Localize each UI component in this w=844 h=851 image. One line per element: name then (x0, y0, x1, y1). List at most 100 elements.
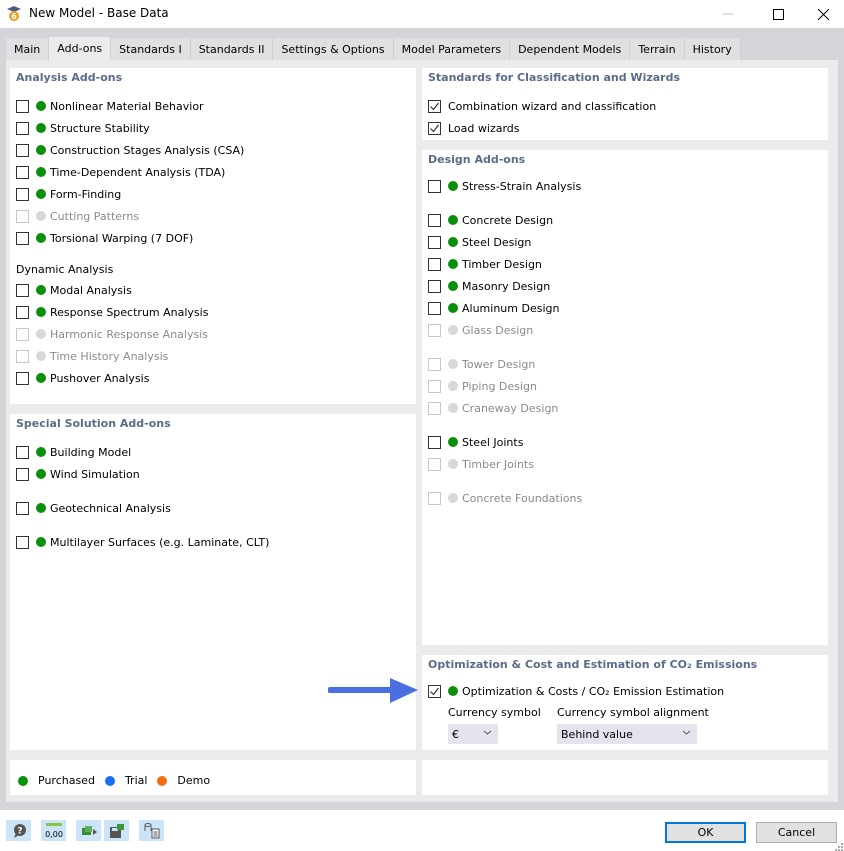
addon-nonlinear-material-behavior[interactable]: Nonlinear Material Behavior (16, 98, 204, 114)
addon-response-spectrum-analysis[interactable]: Response Spectrum Analysis (16, 304, 208, 320)
checkbox[interactable] (16, 445, 29, 459)
addon-stress-strain-analysis[interactable]: Stress-Strain Analysis (428, 178, 581, 194)
checkbox[interactable] (16, 231, 29, 245)
addon-label: Timber Design (462, 257, 542, 271)
addon-combination-wizard-and-classification[interactable]: Combination wizard and classification (428, 98, 656, 114)
addon-piping-design: Piping Design (428, 378, 537, 394)
legend-label-trial: Trial (124, 774, 148, 787)
tab-history[interactable]: History (684, 38, 741, 60)
tab-main[interactable]: Main (6, 38, 50, 60)
checkbox[interactable] (428, 235, 441, 249)
checkbox[interactable] (428, 435, 441, 449)
tab-standards-ii[interactable]: Standards II (190, 38, 274, 60)
checkbox[interactable] (16, 501, 29, 515)
save-template-button[interactable] (104, 820, 129, 841)
units-decimal-button[interactable]: 0,00 (41, 820, 66, 841)
addon-geotechnical-analysis[interactable]: Geotechnical Analysis (16, 500, 171, 516)
addon-pushover-analysis[interactable]: Pushover Analysis (16, 370, 149, 386)
status-dot-purchased (448, 181, 458, 191)
save-template-icon (109, 823, 124, 838)
status-dot-purchased (448, 259, 458, 269)
status-dot-purchased (36, 537, 46, 547)
status-dot-unavailable (448, 359, 458, 369)
addons-tab-content: Analysis Add-ons Nonlinear Material Beha… (6, 60, 838, 802)
checkmark-icon (430, 102, 439, 110)
tab-dependent-models[interactable]: Dependent Models (510, 38, 631, 60)
addon-construction-stages-analysis-csa[interactable]: Construction Stages Analysis (CSA) (16, 142, 244, 158)
currency-alignment-select[interactable]: Behind value (557, 724, 697, 744)
status-dot-unavailable (448, 325, 458, 335)
checkbox[interactable] (16, 121, 29, 135)
legend-dot-purchased (18, 775, 28, 786)
checkbox[interactable] (428, 121, 441, 135)
addon-structure-stability[interactable]: Structure Stability (16, 120, 150, 136)
status-dot-purchased (36, 189, 46, 199)
optimization-label: Optimization & Costs / CO₂ Emission Esti… (462, 684, 725, 698)
checkbox[interactable] (16, 283, 29, 297)
checkbox[interactable] (16, 99, 29, 113)
checkbox[interactable] (16, 305, 29, 319)
checkbox[interactable] (16, 467, 29, 481)
addon-wind-simulation[interactable]: Wind Simulation (16, 466, 140, 482)
addon-torsional-warping-7-dof[interactable]: Torsional Warping (7 DOF) (16, 230, 193, 246)
checkbox[interactable] (16, 143, 29, 157)
resize-grip-icon[interactable] (835, 843, 843, 851)
close-button[interactable] (800, 0, 844, 28)
checkbox[interactable] (16, 371, 29, 385)
checkbox[interactable] (16, 165, 29, 179)
checkbox[interactable] (428, 179, 441, 193)
checkbox[interactable] (428, 279, 441, 293)
addon-label: Pushover Analysis (50, 371, 150, 385)
addon-label: Aluminum Design (462, 301, 560, 315)
tab-model-parameters[interactable]: Model Parameters (393, 38, 511, 60)
addon-steel-joints[interactable]: Steel Joints (428, 434, 523, 450)
addon-label: Cutting Patterns (50, 209, 140, 223)
tab-add-ons[interactable]: Add-ons (49, 37, 112, 60)
addon-label: Combination wizard and classification (448, 99, 657, 113)
addon-label: Steel Design (462, 235, 532, 249)
currency-symbol-select[interactable]: € (448, 724, 498, 744)
addon-label: Concrete Foundations (462, 491, 583, 505)
optimization-title: Optimization & Cost and Estimation of CO… (428, 658, 758, 671)
addon-building-model[interactable]: Building Model (16, 444, 131, 460)
addon-multilayer-surfaces-e-g-laminate-clt[interactable]: Multilayer Surfaces (e.g. Laminate, CLT) (16, 534, 269, 550)
addon-form-finding[interactable]: Form-Finding (16, 186, 121, 202)
addon-time-dependent-analysis-tda[interactable]: Time-Dependent Analysis (TDA) (16, 164, 225, 180)
checkbox[interactable] (428, 257, 441, 271)
addon-label: Stress-Strain Analysis (462, 179, 582, 193)
addon-label: Torsional Warping (7 DOF) (50, 231, 194, 245)
ok-button[interactable]: OK (665, 822, 746, 843)
tab-settings-options[interactable]: Settings & Options (273, 38, 394, 60)
checkbox[interactable] (428, 301, 441, 315)
checkbox[interactable] (16, 187, 29, 201)
addon-steel-design[interactable]: Steel Design (428, 234, 531, 250)
import-data-button[interactable] (139, 820, 164, 841)
checkbox-optimization[interactable] (428, 684, 441, 698)
addon-label: Wind Simulation (50, 467, 140, 481)
checkbox[interactable] (428, 99, 441, 113)
design-addons-title: Design Add-ons (428, 153, 526, 166)
addon-label: Geotechnical Analysis (50, 501, 171, 515)
maximize-button[interactable] (755, 0, 801, 28)
addon-masonry-design[interactable]: Masonry Design (428, 278, 550, 294)
tab-terrain[interactable]: Terrain (630, 38, 685, 60)
addon-modal-analysis[interactable]: Modal Analysis (16, 282, 132, 298)
addon-load-wizards[interactable]: Load wizards (428, 120, 520, 136)
export-model-button[interactable] (76, 820, 101, 841)
addon-label: Glass Design (462, 323, 534, 337)
dialog-frame: Main Add-ons Standards I Standards II Settin… (0, 28, 844, 810)
cancel-button[interactable]: Cancel (756, 822, 837, 843)
addon-aluminum-design[interactable]: Aluminum Design (428, 300, 559, 316)
addon-harmonic-response-analysis: Harmonic Response Analysis (16, 326, 208, 342)
tab-standards-i[interactable]: Standards I (111, 38, 191, 60)
help-button[interactable]: ? (6, 820, 31, 841)
svg-text:0,00: 0,00 (45, 830, 63, 839)
checkbox[interactable] (428, 213, 441, 227)
addon-label: Time-Dependent Analysis (TDA) (50, 165, 226, 179)
addon-concrete-design[interactable]: Concrete Design (428, 212, 553, 228)
addon-optimization-costs[interactable]: Optimization & Costs / CO₂ Emission Esti… (428, 683, 724, 699)
chevron-down-icon (682, 730, 691, 735)
addon-timber-design[interactable]: Timber Design (428, 256, 542, 272)
minimize-button[interactable] (705, 0, 751, 28)
checkbox[interactable] (16, 535, 29, 549)
